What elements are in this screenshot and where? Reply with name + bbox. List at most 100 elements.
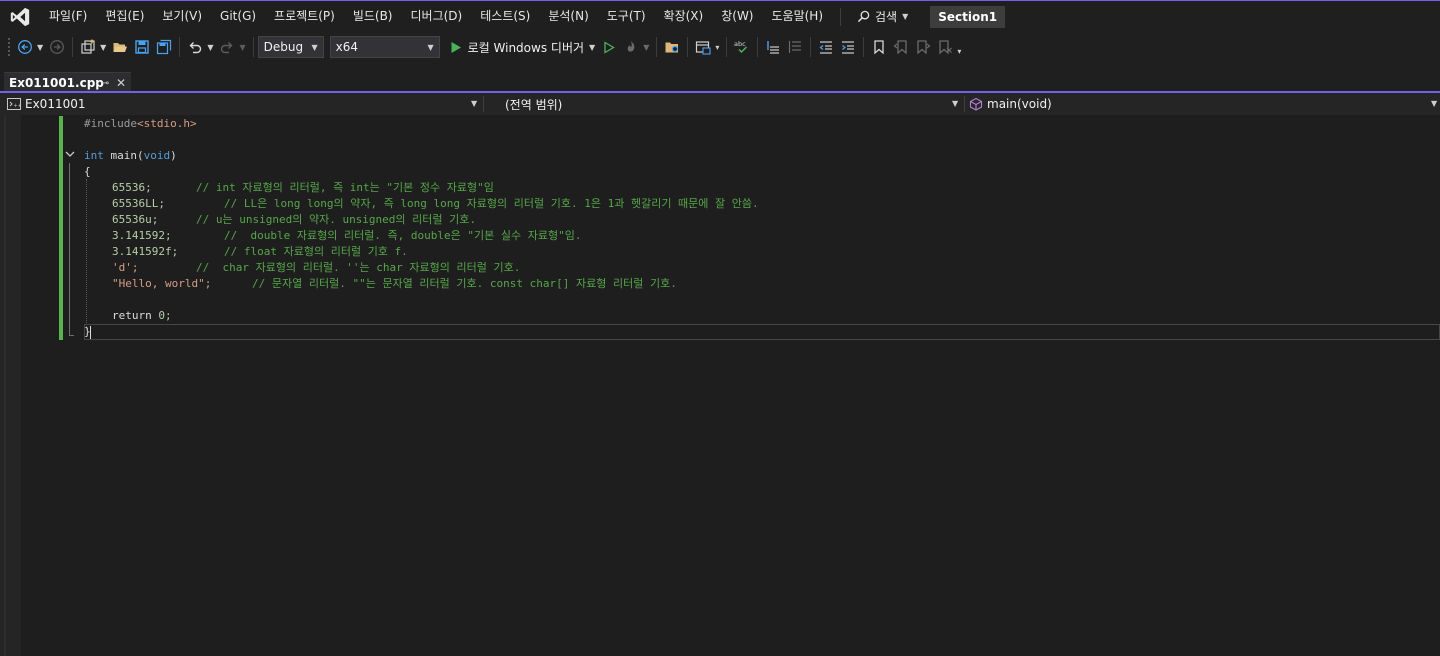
undo-button[interactable] (185, 35, 205, 59)
spell-check-button[interactable]: abc (732, 35, 752, 59)
indent-guide (86, 179, 87, 329)
folder-open-icon (113, 43, 128, 52)
toolbar-separator (726, 37, 728, 57)
window-layout-icon (696, 41, 711, 55)
code-editor[interactable]: #include<stdio.h> int main(void) { 65536… (0, 115, 1440, 656)
uncomment-selection-button[interactable] (785, 35, 805, 59)
menu-debug[interactable]: 디버그(D) (402, 1, 472, 32)
redo-button[interactable] (217, 35, 237, 59)
include-header: <stdio.h> (136, 117, 197, 130)
code-comment: // float 자료형의 리터럴 기호 f. (224, 245, 408, 258)
menu-git[interactable]: Git(G) (211, 1, 265, 32)
chevron-down-icon[interactable]: ▼ (589, 43, 595, 52)
solution-configuration-value: Debug (263, 40, 304, 54)
toolbar-separator (863, 37, 865, 57)
method-cube-icon (969, 97, 983, 111)
search-button[interactable]: 검색 ▼ (849, 1, 916, 32)
chevron-down-icon[interactable]: ▾ (715, 43, 719, 52)
bookmark-previous-icon (893, 40, 908, 55)
save-button[interactable] (132, 35, 152, 59)
chevron-down-icon[interactable]: ▼ (37, 43, 43, 52)
solution-name-badge[interactable]: Section1 (930, 5, 1006, 28)
clear-bookmarks-button[interactable] (935, 35, 955, 59)
standard-toolbar: ▼ ▼ ▼ ▼ Debug ▼ x64 ▼ 로컬 Windows 디버거 ▼ ▼… (0, 32, 1440, 62)
comment-selection-button[interactable] (763, 35, 783, 59)
return-value: 0; (158, 309, 172, 322)
menu-edit[interactable]: 편집(E) (96, 1, 153, 32)
menu-view[interactable]: 보기(V) (153, 1, 211, 32)
document-tab[interactable]: Ex011001.cpp ⊸ ✕ (4, 72, 131, 93)
return-type-keyword: int (84, 149, 104, 162)
new-project-button[interactable] (78, 35, 98, 59)
chevron-down-icon[interactable]: ▼ (100, 43, 106, 52)
close-icon[interactable]: ✕ (113, 76, 129, 90)
project-dropdown[interactable]: ++ Ex011001 (7, 93, 479, 115)
code-line-main-signature: int main(void) (84, 148, 177, 164)
code-line-literal: 3.141592; (112, 228, 172, 244)
open-file-button[interactable] (110, 35, 130, 59)
current-line-highlight (84, 324, 1440, 340)
menu-extensions[interactable]: 확장(X) (655, 1, 713, 32)
menu-test[interactable]: 테스트(S) (471, 1, 539, 32)
menu-window[interactable]: 창(W) (712, 1, 762, 32)
visual-studio-logo-icon[interactable] (0, 1, 40, 32)
navigation-bar: ++ Ex011001 ▼ (전역 범위) ▼ main(void) ▼ (0, 93, 1440, 115)
member-dropdown[interactable]: main(void) (969, 93, 1429, 115)
undo-icon (189, 42, 202, 54)
menu-build[interactable]: 빌드(B) (344, 1, 402, 32)
previous-bookmark-button[interactable] (891, 35, 911, 59)
svg-text:abc: abc (734, 40, 746, 48)
window-layout-button[interactable] (693, 35, 713, 59)
decrease-indent-button[interactable] (816, 35, 836, 59)
nav-divider (964, 96, 965, 112)
toggle-bookmark-button[interactable] (869, 35, 889, 59)
chevron-down-icon[interactable]: ▼ (207, 43, 213, 52)
increase-indent-button[interactable] (838, 35, 858, 59)
search-label: 검색 (875, 10, 898, 24)
chevron-down-icon[interactable]: ▼ (1431, 93, 1437, 115)
start-without-debugging-button[interactable] (599, 35, 619, 59)
menu-file[interactable]: 파일(F) (40, 1, 96, 32)
chevron-down-icon[interactable]: ▼ (239, 43, 245, 52)
search-icon (857, 10, 870, 23)
solution-explorer-button[interactable] (662, 35, 682, 59)
save-all-button[interactable] (154, 35, 174, 59)
code-line-literal: 65536; (112, 180, 152, 196)
folder-search-icon (665, 42, 678, 53)
chevron-down-icon[interactable]: ▾ (957, 47, 961, 56)
menu-help[interactable]: 도움말(H) (763, 1, 833, 32)
bookmark-clear-icon (939, 40, 953, 55)
pin-icon[interactable]: ⊸ (97, 78, 113, 89)
scope-name: (전역 범위) (505, 97, 563, 112)
outline-fold-line (69, 163, 70, 335)
solution-configuration-dropdown[interactable]: Debug ▼ (257, 36, 324, 58)
start-debugging-button[interactable]: 로컬 Windows 디버거 (446, 39, 588, 56)
navigate-back-button[interactable] (15, 35, 35, 59)
literal-value: 65536LL; (112, 197, 165, 210)
code-comment: // int 자료형의 리터럴, 즉 int는 "기본 정수 자료형"임 (196, 181, 494, 194)
bookmark-icon (874, 40, 885, 55)
menu-analyze[interactable]: 분석(N) (539, 1, 597, 32)
chevron-down-icon[interactable]: ▼ (471, 93, 477, 115)
chevron-down-icon[interactable]: ▼ (643, 43, 649, 52)
collapse-chevron-icon[interactable] (64, 148, 76, 160)
toolbar-separator (252, 37, 254, 57)
change-tracking-bar (59, 116, 63, 340)
literal-value: 65536u; (112, 213, 159, 226)
toolbar-separator (757, 37, 759, 57)
menu-project[interactable]: 프로젝트(P) (265, 1, 344, 32)
code-comment: // char 자료형의 리터럴. ''는 char 자료형의 리터럴 기호. (196, 261, 521, 274)
code-line-literal: 3.141592f; (112, 244, 178, 260)
menu-bar: 파일(F) 편집(E) 보기(V) Git(G) 프로젝트(P) 빌드(B) 디… (0, 1, 1440, 32)
scope-dropdown[interactable]: (전역 범위) (505, 93, 955, 115)
code-line-literal: "Hello, world"; (112, 276, 211, 292)
toolbar-grip[interactable] (7, 37, 11, 57)
solution-platform-dropdown[interactable]: x64 ▼ (329, 36, 440, 58)
next-bookmark-button[interactable] (913, 35, 933, 59)
chevron-down-icon[interactable]: ▼ (952, 93, 958, 115)
start-debugging-label: 로컬 Windows 디버거 (467, 40, 585, 55)
literal-value: 65536; (112, 181, 152, 194)
navigate-forward-button[interactable] (47, 35, 67, 59)
hot-reload-button[interactable] (621, 35, 641, 59)
menu-tools[interactable]: 도구(T) (598, 1, 655, 32)
